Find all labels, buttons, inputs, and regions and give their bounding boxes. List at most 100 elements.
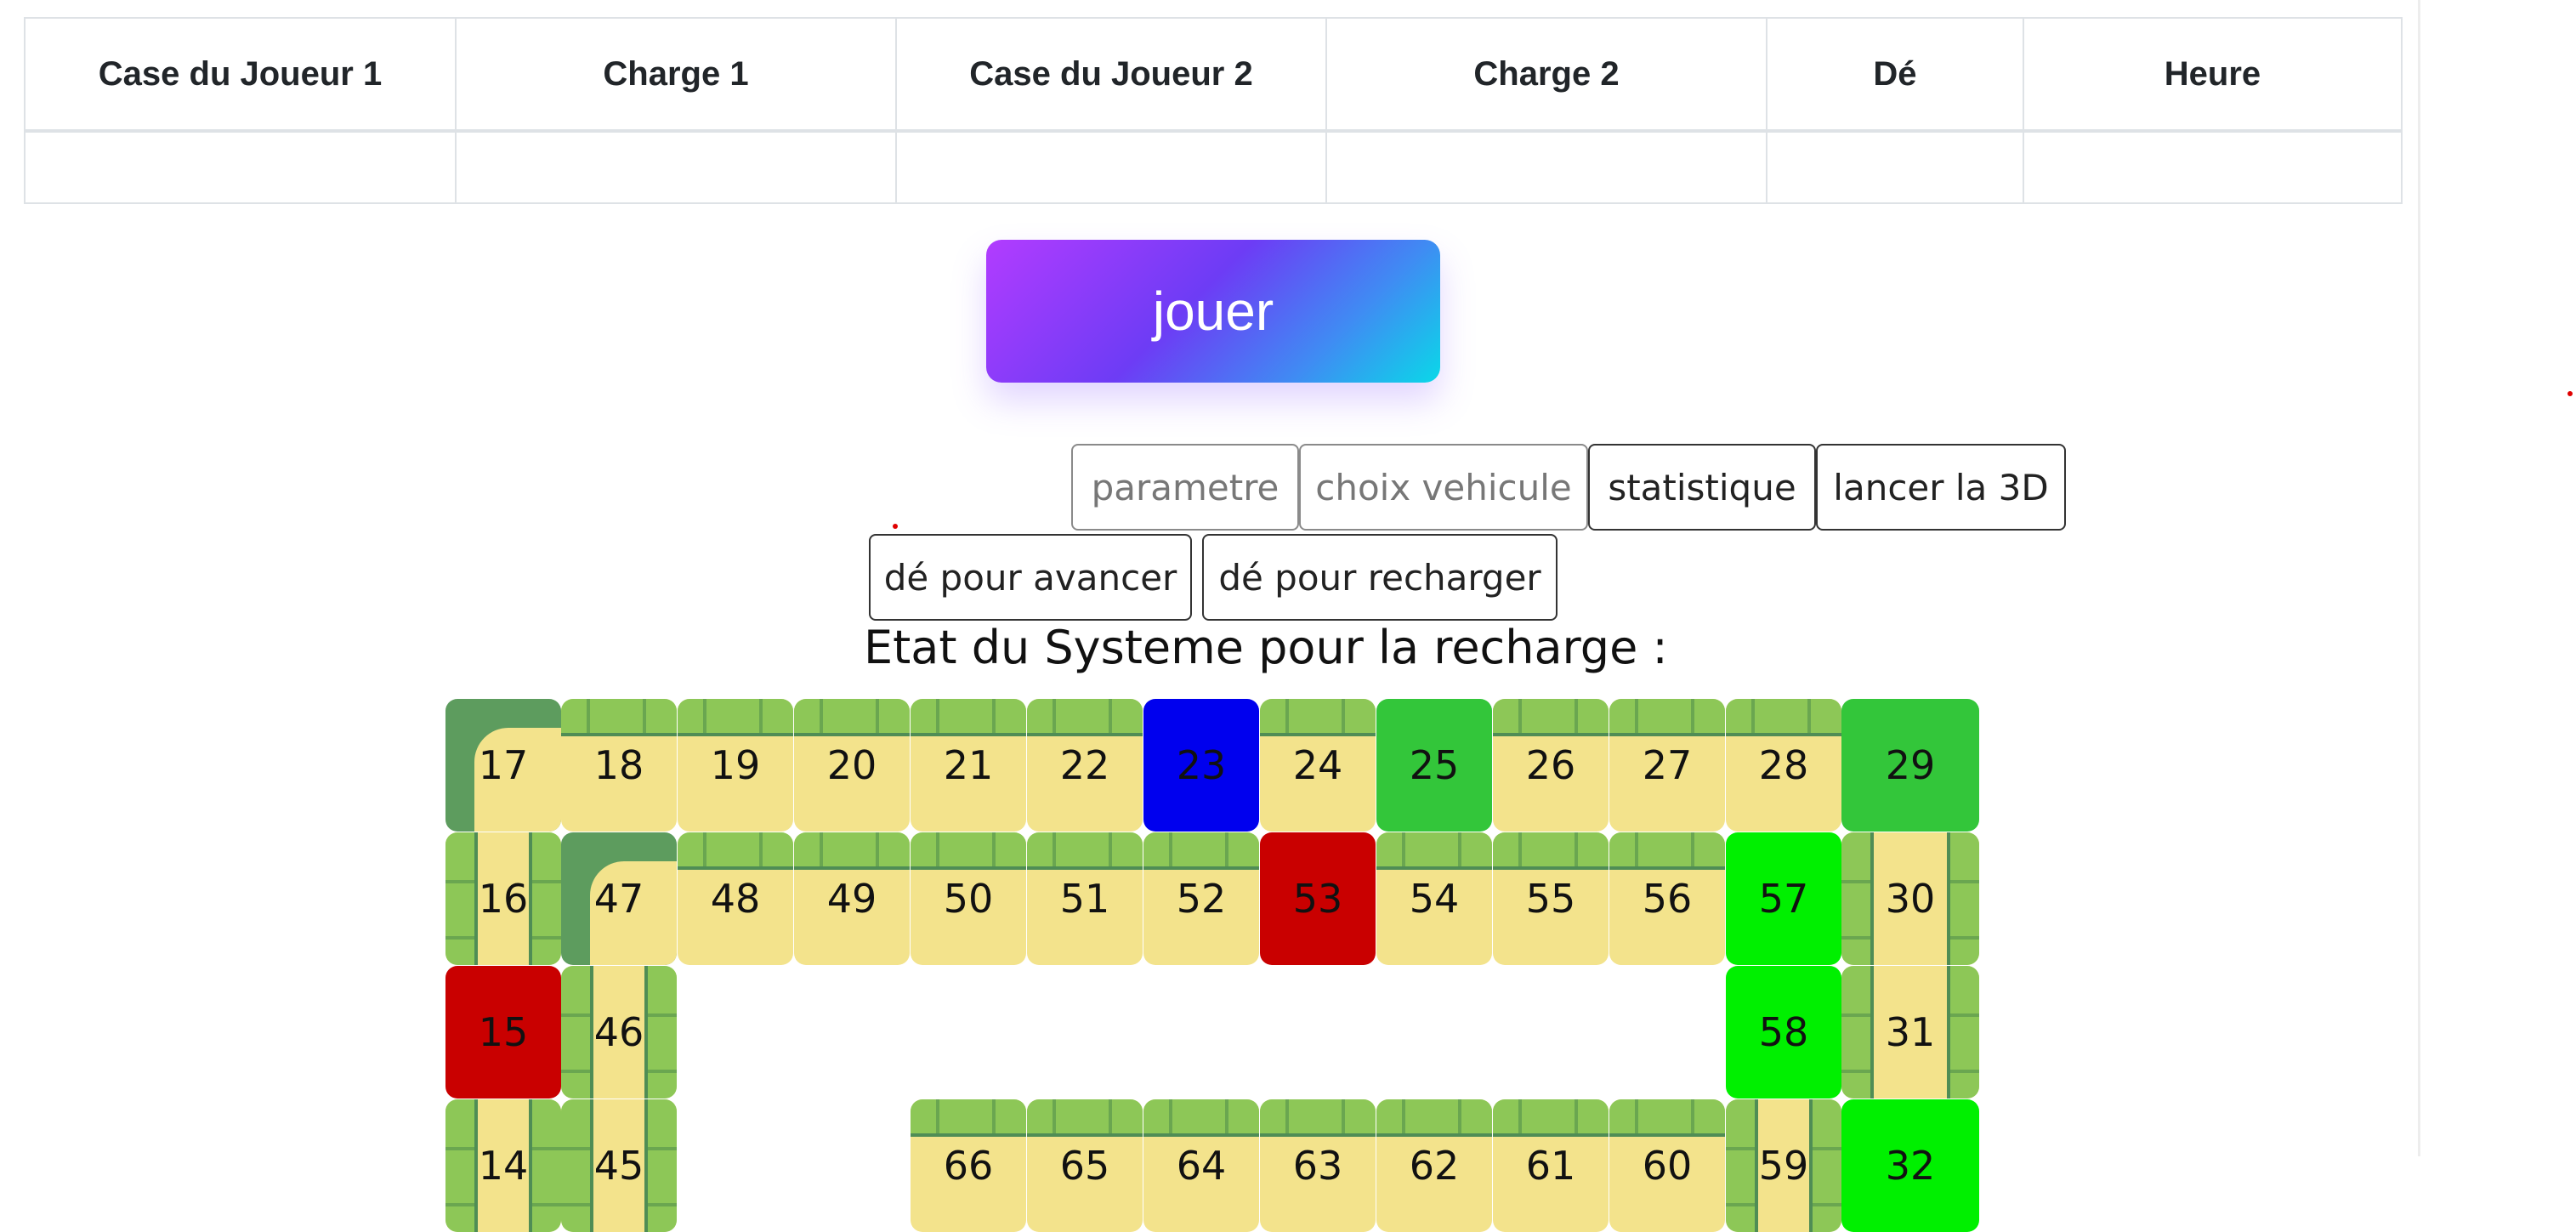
board-cell-45: 45 <box>561 1099 677 1232</box>
col-player1-cell: Case du Joueur 1 <box>24 17 457 133</box>
table-row <box>24 130 2403 204</box>
col-time: Heure <box>2023 17 2403 133</box>
board-cell-number: 32 <box>1885 1143 1936 1189</box>
board-cell-64: 64 <box>1143 1099 1259 1232</box>
table-cell <box>24 130 457 204</box>
board-cell-58: 58 <box>1726 966 1841 1099</box>
board-cell-number: 63 <box>1292 1143 1343 1189</box>
board-cell-number: 27 <box>1642 742 1693 788</box>
board-cell-number: 30 <box>1885 876 1936 922</box>
table-cell <box>1325 130 1767 204</box>
roll-move-dice-button[interactable]: dé pour avancer <box>869 534 1192 621</box>
board-cell-number: 47 <box>593 876 644 922</box>
board-cell-number: 51 <box>1059 876 1110 922</box>
board-cell-number: 45 <box>593 1143 644 1189</box>
board-cell-49: 49 <box>794 832 910 965</box>
board-cell-number: 60 <box>1642 1143 1693 1189</box>
col-charge2: Charge 2 <box>1325 17 1767 133</box>
board-cell-number: 46 <box>593 1009 644 1055</box>
col-charge1: Charge 1 <box>455 17 897 133</box>
board-cell-number: 24 <box>1292 742 1343 788</box>
board-cell-number: 62 <box>1409 1143 1460 1189</box>
launch-3d-button[interactable]: lancer la 3D <box>1816 444 2066 531</box>
parametre-button[interactable]: parametre <box>1071 444 1299 531</box>
board-cell-number: 14 <box>478 1143 529 1189</box>
board-cell-number: 65 <box>1059 1143 1110 1189</box>
table-cell <box>1766 130 2024 204</box>
board-cell-number: 21 <box>943 742 994 788</box>
board-cell-50: 50 <box>911 832 1026 965</box>
board-cell-46: 46 <box>561 966 677 1099</box>
board-cell-number: 54 <box>1409 876 1460 922</box>
board-cell-47: 47 <box>561 832 677 965</box>
board-cell-number: 16 <box>478 876 529 922</box>
board-cell-63: 63 <box>1260 1099 1376 1232</box>
board-cell-18: 18 <box>561 699 677 832</box>
table-cell <box>2023 130 2403 204</box>
board-cell-number: 18 <box>593 742 644 788</box>
board-cell-number: 56 <box>1642 876 1693 922</box>
board-cell-number: 20 <box>826 742 877 788</box>
board-cell-57: 57 <box>1726 832 1841 965</box>
vehicle-choice-button[interactable]: choix vehicule <box>1299 444 1588 531</box>
board-cell-54: 54 <box>1376 832 1492 965</box>
board-cell-56: 56 <box>1609 832 1725 965</box>
board-cell-number: 58 <box>1758 1009 1809 1055</box>
board-cell-20: 20 <box>794 699 910 832</box>
board-cell-number: 22 <box>1059 742 1110 788</box>
board-cell-62: 62 <box>1376 1099 1492 1232</box>
marker-dot <box>2567 391 2573 396</box>
system-state-label: Etat du Systeme pour la recharge : <box>864 621 1668 674</box>
board-cell-number: 55 <box>1525 876 1576 922</box>
statistics-button[interactable]: statistique <box>1588 444 1816 531</box>
board-cell-52: 52 <box>1143 832 1259 965</box>
board-cell-48: 48 <box>678 832 793 965</box>
board-cell-15: 15 <box>445 966 561 1099</box>
board-cell-32: 32 <box>1841 1099 1979 1232</box>
board-cell-59: 59 <box>1726 1099 1841 1232</box>
board-cell-29: 29 <box>1841 699 1979 832</box>
table-cell <box>455 130 897 204</box>
board-cell-16: 16 <box>445 832 561 965</box>
board-cell-53: 53 <box>1260 832 1376 965</box>
board-cell-number: 64 <box>1176 1143 1227 1189</box>
board-cell-26: 26 <box>1493 699 1609 832</box>
board-cell-number: 25 <box>1409 742 1460 788</box>
board-cell-number: 17 <box>478 742 529 788</box>
board-cell-number: 31 <box>1885 1009 1936 1055</box>
board-cell-28: 28 <box>1726 699 1841 832</box>
board-cell-19: 19 <box>678 699 793 832</box>
board-cell-number: 53 <box>1292 876 1343 922</box>
board-cell-51: 51 <box>1027 832 1143 965</box>
board-cell-number: 29 <box>1885 742 1936 788</box>
board-cell-number: 50 <box>943 876 994 922</box>
board-cell-30: 30 <box>1841 832 1979 965</box>
marker-dot <box>893 524 898 529</box>
board-cell-21: 21 <box>911 699 1026 832</box>
board-cell-number: 66 <box>943 1143 994 1189</box>
board-cell-60: 60 <box>1609 1099 1725 1232</box>
roll-charge-dice-button[interactable]: dé pour recharger <box>1202 534 1558 621</box>
board-cell-number: 52 <box>1176 876 1227 922</box>
board-cell-61: 61 <box>1493 1099 1609 1232</box>
board-cell-23: 23 <box>1143 699 1259 832</box>
game-log-table: Case du Joueur 1 Charge 1 Case du Joueur… <box>24 17 2403 204</box>
board-cell-24: 24 <box>1260 699 1376 832</box>
board-cell-number: 19 <box>710 742 761 788</box>
board-cell-55: 55 <box>1493 832 1609 965</box>
table-cell <box>895 130 1327 204</box>
col-dice: Dé <box>1766 17 2024 133</box>
board-cell-65: 65 <box>1027 1099 1143 1232</box>
board-cell-66: 66 <box>911 1099 1026 1232</box>
board-cell-number: 15 <box>478 1009 529 1055</box>
page-right-divider <box>2418 0 2420 1156</box>
board-cell-number: 49 <box>826 876 877 922</box>
board-cell-17: 17 <box>445 699 561 832</box>
board-cell-31: 31 <box>1841 966 1979 1099</box>
board-cell-25: 25 <box>1376 699 1492 832</box>
board-cell-number: 48 <box>710 876 761 922</box>
board-cell-number: 61 <box>1525 1143 1576 1189</box>
play-button[interactable]: jouer <box>986 240 1440 383</box>
col-player2-cell: Case du Joueur 2 <box>895 17 1327 133</box>
board-cell-number: 23 <box>1176 742 1227 788</box>
